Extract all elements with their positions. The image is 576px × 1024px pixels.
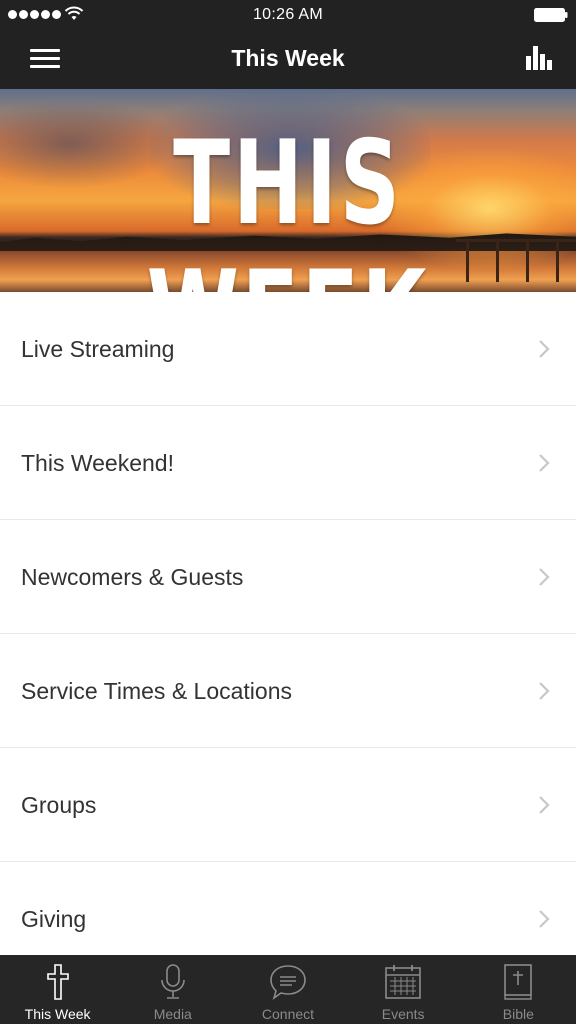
chevron-right-icon: [539, 910, 550, 928]
list-item-label: Giving: [21, 906, 87, 932]
tab-this-week[interactable]: This Week: [0, 955, 115, 1024]
chevron-right-icon: [539, 340, 550, 358]
tab-events[interactable]: Events: [346, 955, 461, 1024]
tab-media[interactable]: Media: [115, 955, 230, 1024]
list-item-service-times[interactable]: Service Times & Locations: [0, 634, 576, 748]
cross-icon: [46, 964, 69, 1000]
calendar-icon: [385, 965, 421, 999]
app-screen: 10:26 AM This Week THIS WEEK: [0, 0, 576, 1024]
status-time: 10:26 AM: [252, 6, 323, 23]
list-item-label: Newcomers & Guests: [21, 564, 244, 590]
chevron-right-icon: [539, 454, 550, 472]
tab-label: Connect: [261, 1006, 315, 1022]
page-title: This Week: [231, 45, 345, 71]
tab-connect[interactable]: Connect: [230, 955, 345, 1024]
tab-bar: This Week Media Connect Events Bible: [0, 955, 576, 1024]
list-item-this-weekend[interactable]: This Weekend!: [0, 406, 576, 520]
navigation-bar: This Week: [0, 30, 576, 89]
microphone-icon: [160, 964, 185, 999]
list-item-label: Live Streaming: [21, 336, 175, 362]
list-item-groups[interactable]: Groups: [0, 748, 576, 862]
tab-label: Bible: [502, 1006, 534, 1022]
hero-banner: THIS WEEK: [0, 89, 576, 292]
bible-icon: [504, 964, 533, 1000]
tab-bible[interactable]: Bible: [461, 955, 576, 1024]
battery-icon: [534, 8, 568, 22]
chevron-right-icon: [539, 682, 550, 700]
tab-label: Media: [153, 1006, 192, 1022]
list-item-label: This Weekend!: [21, 450, 174, 476]
tab-label: This Week: [24, 1006, 91, 1022]
chevron-right-icon: [539, 796, 550, 814]
chevron-right-icon: [539, 568, 550, 586]
hero-title: THIS WEEK: [147, 116, 427, 293]
bar-chart-icon[interactable]: [526, 44, 554, 72]
list-item-newcomers-guests[interactable]: Newcomers & Guests: [0, 520, 576, 634]
chat-bubble-icon: [270, 965, 306, 1000]
tab-label: Events: [381, 1006, 425, 1022]
list-item-live-streaming[interactable]: Live Streaming: [0, 292, 576, 406]
hamburger-menu-icon[interactable]: [30, 47, 62, 71]
list-item-label: Service Times & Locations: [21, 678, 293, 704]
menu-list: Live Streaming This Weekend! Newcomers &…: [0, 292, 576, 976]
status-bar: 10:26 AM: [0, 0, 576, 30]
list-item-label: Groups: [21, 792, 97, 818]
